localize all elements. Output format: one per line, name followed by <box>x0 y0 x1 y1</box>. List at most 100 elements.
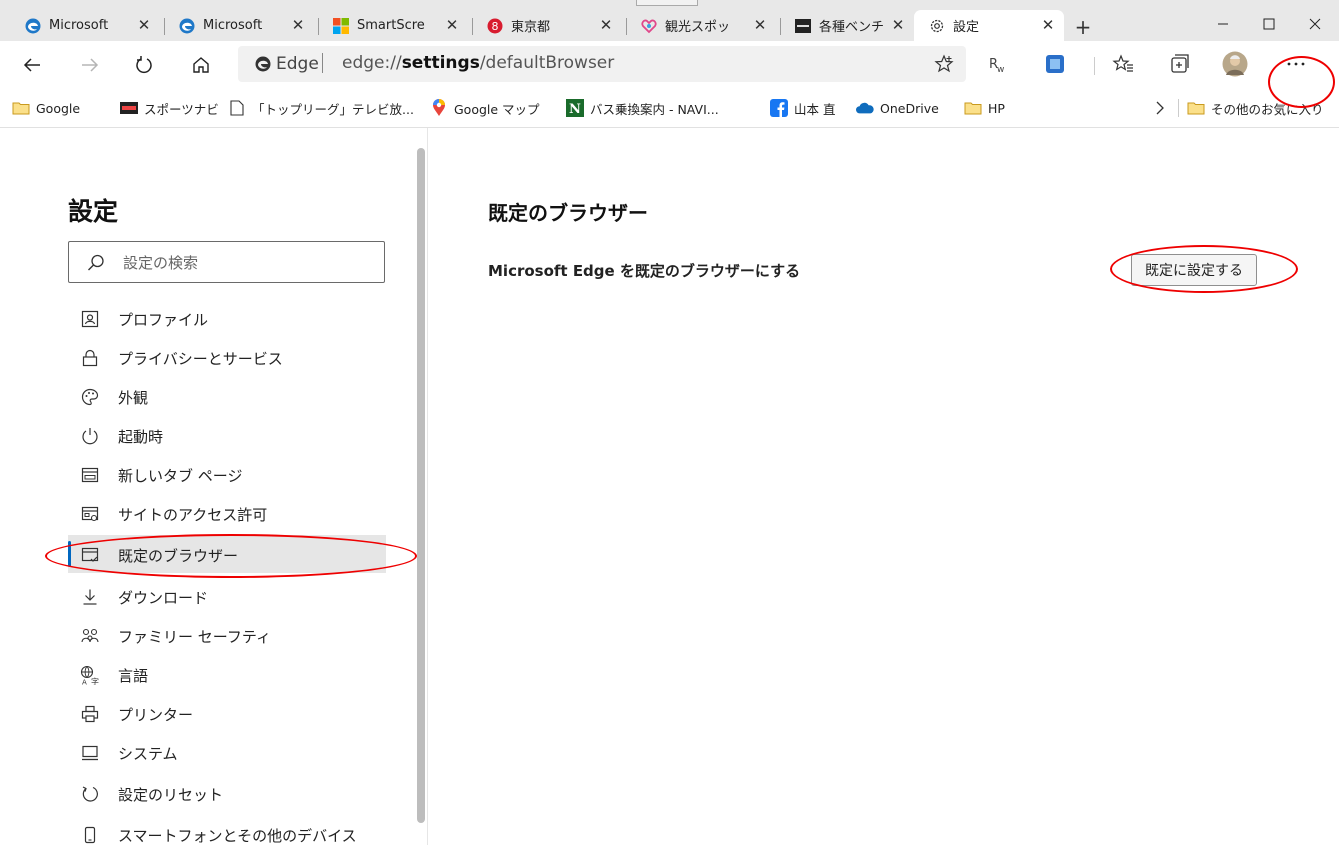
forward-arrow-icon <box>82 58 99 72</box>
close-tab-icon[interactable]: ✕ <box>1040 17 1056 33</box>
svg-text:A: A <box>82 679 87 686</box>
favorite-item[interactable]: HP <box>964 99 1005 117</box>
tab-benchmark[interactable]: 各種ベンチ ✕ <box>780 10 914 41</box>
nav-item-system[interactable]: システム <box>68 733 386 771</box>
reading-extension-button[interactable]: Rw <box>985 51 1011 77</box>
page-icon <box>228 100 246 116</box>
search-input[interactable] <box>121 251 375 275</box>
close-tab-icon[interactable]: ✕ <box>752 17 768 33</box>
favorites-separator <box>1178 99 1179 117</box>
favorite-label: スポーツナビ <box>144 101 219 117</box>
default-browser-icon <box>80 545 100 565</box>
tab-smartscreen[interactable]: SmartScre ✕ <box>318 10 468 41</box>
nav-item-languages[interactable]: A字 言語 <box>68 655 386 693</box>
nav-item-phone-devices[interactable]: スマートフォンとその他のデバイス <box>68 815 386 853</box>
nav-item-printers[interactable]: プリンター <box>68 694 386 732</box>
favorite-item[interactable]: 「トップリーグ」テレビ放... <box>228 99 414 117</box>
favorite-label: 山本 直 <box>794 101 836 117</box>
default-browser-description: Microsoft Edge を既定のブラウザーにする <box>488 262 801 280</box>
other-favorites-folder[interactable]: その他のお気に入り <box>1187 99 1324 117</box>
favorite-item[interactable]: N バス乗換案内 - NAVI... <box>566 99 719 117</box>
close-tab-icon[interactable]: ✕ <box>444 17 460 33</box>
reset-icon <box>80 784 100 804</box>
nav-item-downloads[interactable]: ダウンロード <box>68 577 386 615</box>
nav-item-family-safety[interactable]: ファミリー セーフティ <box>68 616 386 654</box>
favorite-label: Google マップ <box>454 101 540 117</box>
favorite-item[interactable]: Google マップ <box>430 99 540 117</box>
sidebar-scrollbar[interactable] <box>417 148 425 823</box>
tab-microsoft-1[interactable]: Microsoft ✕ <box>10 10 160 41</box>
address-bar[interactable]: Edge edge://settings/defaultBrowser <box>238 46 966 82</box>
nav-item-profile[interactable]: プロファイル <box>68 299 386 337</box>
favorite-item[interactable]: 山本 直 <box>770 99 835 117</box>
nav-item-reset[interactable]: 設定のリセット <box>68 774 386 812</box>
tab-kanko[interactable]: 観光スポッ ✕ <box>626 10 776 41</box>
refresh-button[interactable] <box>130 51 158 79</box>
svg-text:字: 字 <box>91 677 99 686</box>
close-tab-icon[interactable]: ✕ <box>890 17 906 33</box>
extension-rw-icon: Rw <box>989 57 1004 75</box>
folder-icon <box>12 100 30 116</box>
nav-item-startup[interactable]: 起動時 <box>68 416 386 454</box>
nav-label: システム <box>118 745 178 763</box>
close-tab-icon[interactable]: ✕ <box>290 17 306 33</box>
nav-item-site-permissions[interactable]: サイトのアクセス許可 <box>68 494 386 532</box>
favorite-label: OneDrive <box>880 100 939 116</box>
collections-icon <box>1171 54 1189 73</box>
tab-microsoft-2[interactable]: Microsoft ✕ <box>164 10 314 41</box>
nav-label: 設定のリセット <box>118 786 224 804</box>
nav-label: 言語 <box>118 667 149 685</box>
favorites-button[interactable] <box>1110 51 1136 77</box>
more-favorites-chevron[interactable] <box>1155 99 1165 117</box>
profile-avatar-button[interactable] <box>1222 51 1248 77</box>
nav-item-privacy[interactable]: プライバシーとサービス <box>68 338 386 376</box>
favorite-item[interactable]: Google <box>12 99 80 117</box>
new-tab-button[interactable]: + <box>1073 17 1093 37</box>
maximize-button[interactable] <box>1246 12 1292 36</box>
nav-item-appearance[interactable]: 外観 <box>68 377 386 415</box>
favorites-star-icon <box>1112 54 1133 72</box>
set-default-button[interactable]: 既定に設定する <box>1131 254 1257 286</box>
favorite-label: Google <box>36 100 81 116</box>
close-tab-icon[interactable]: ✕ <box>136 17 152 33</box>
settings-search-box[interactable] <box>68 241 385 283</box>
favorite-item[interactable]: スポーツナビ <box>120 99 219 117</box>
nav-label: 外観 <box>118 389 149 407</box>
nav-label: 起動時 <box>118 428 164 446</box>
tab-tokyo[interactable]: 8 東京都 ✕ <box>472 10 622 41</box>
close-icon <box>1309 18 1321 30</box>
download-icon <box>80 587 100 607</box>
edge-icon <box>25 18 41 34</box>
navigation-toolbar: Edge edge://settings/defaultBrowser Rw <box>0 41 1339 87</box>
navitime-logo-icon: N <box>566 99 584 117</box>
minimize-icon <box>1218 23 1228 25</box>
microsoft-logo-icon <box>333 17 349 34</box>
palette-icon <box>80 387 100 407</box>
home-icon <box>193 57 209 73</box>
nav-label: プリンター <box>118 706 194 724</box>
nav-item-default-browser[interactable]: 既定のブラウザー <box>68 535 386 573</box>
forward-button[interactable] <box>76 51 104 79</box>
more-dots-icon <box>1287 62 1305 66</box>
nav-item-new-tab[interactable]: 新しいタブ ページ <box>68 455 386 493</box>
add-favorite-star-icon[interactable] <box>934 54 954 74</box>
edge-site-icon <box>255 56 271 72</box>
settings-and-more-button[interactable] <box>1283 51 1309 77</box>
home-button[interactable] <box>187 51 215 79</box>
nav-label: 新しいタブ ページ <box>118 467 243 485</box>
back-button[interactable] <box>18 51 46 79</box>
favorite-item[interactable]: OneDrive <box>856 99 939 117</box>
close-window-button[interactable] <box>1292 12 1338 36</box>
avatar <box>1222 51 1248 77</box>
nav-label: ダウンロード <box>118 589 209 607</box>
back-arrow-icon <box>23 58 40 72</box>
extension-button[interactable] <box>1042 51 1068 77</box>
collections-button[interactable] <box>1167 51 1193 77</box>
sportsnavi-logo-icon <box>120 100 138 116</box>
site-name: Edge <box>276 54 319 74</box>
url-text: edge://settings/defaultBrowser <box>342 53 615 73</box>
language-icon: A字 <box>80 665 100 685</box>
tab-settings[interactable]: 設定 ✕ <box>914 10 1064 41</box>
close-tab-icon[interactable]: ✕ <box>598 17 614 33</box>
minimize-button[interactable] <box>1200 12 1246 36</box>
